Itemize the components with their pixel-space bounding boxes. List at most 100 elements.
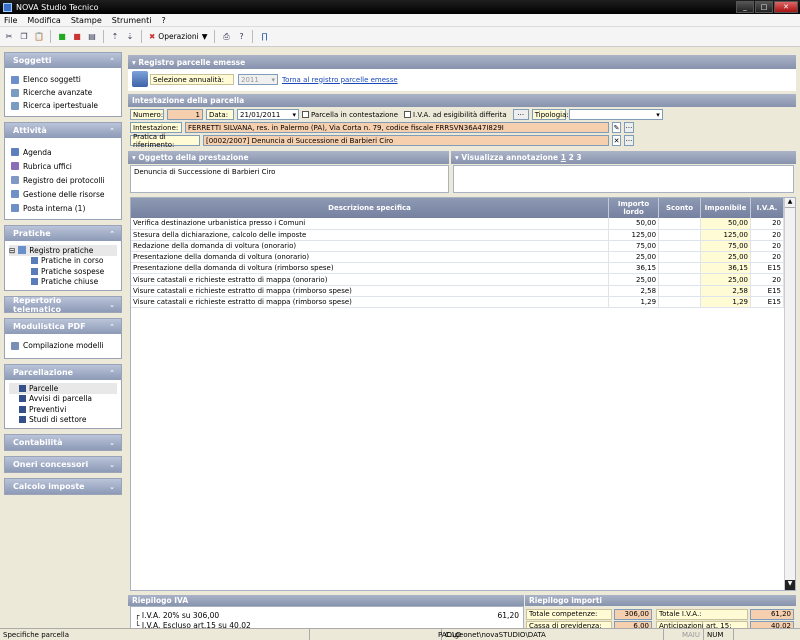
printer-icon[interactable]: ⎙ <box>220 31 232 43</box>
cell-imponibile[interactable]: 25,00 <box>700 251 751 264</box>
group-header-pratiche[interactable]: Pratiche ⌃ <box>5 226 121 241</box>
oggetto-textarea[interactable]: Denuncia di Successione di Barbieri Ciro <box>130 165 449 193</box>
menu-modifica[interactable]: Modifica <box>27 16 60 25</box>
cell-importo-lordo[interactable]: 25,00 <box>608 273 660 286</box>
table-row[interactable]: Stesura della dichiarazione, calcolo del… <box>131 229 784 241</box>
cell-sconto[interactable] <box>658 273 702 286</box>
group-header-oneri[interactable]: Oneri concessori ⌄ <box>5 457 121 472</box>
ellipsis-button[interactable]: ··· <box>624 135 634 146</box>
annotazione-page-3[interactable]: 3 <box>576 153 581 162</box>
menu-help[interactable]: ? <box>161 16 165 25</box>
edit-icon[interactable]: ✎ <box>612 122 621 133</box>
cell-iva[interactable]: 20 <box>750 273 784 286</box>
data-field[interactable]: 21/01/2011 ▾ <box>237 109 299 120</box>
cell-sconto[interactable] <box>658 262 702 275</box>
tree-item-preventivi[interactable]: Preventivi <box>9 404 117 415</box>
col-sconto[interactable]: Sconto <box>658 198 702 218</box>
cell-imponibile[interactable]: 36,15 <box>700 262 751 275</box>
clear-icon[interactable]: ✕ <box>612 135 621 146</box>
sidebar-item-agenda[interactable]: Agenda <box>11 145 117 159</box>
table-row[interactable]: Redazione della domanda di voltura (onor… <box>131 240 784 253</box>
intestazione-field[interactable]: FERRETTI SILVANA, res. in Palermo (PA), … <box>185 122 609 133</box>
annotazione-page-2[interactable]: 2 <box>569 153 574 162</box>
tipologia-select[interactable]: ▾ <box>568 109 663 120</box>
ellipsis-button[interactable]: ··· <box>512 109 529 120</box>
cell-descrizione[interactable]: Presentazione della domanda di voltura (… <box>131 251 610 264</box>
group-header-modulistica[interactable]: Modulistica PDF ⌃ <box>5 319 121 334</box>
menu-file[interactable]: File <box>4 16 17 25</box>
cell-iva[interactable]: 20 <box>750 229 784 241</box>
table-row[interactable]: Verifica destinazione urbanistica presso… <box>131 218 784 230</box>
col-importo-lordo[interactable]: Importo lordo <box>608 198 660 218</box>
cell-sconto[interactable] <box>658 240 702 253</box>
cell-iva[interactable]: 20 <box>750 240 784 253</box>
menu-strumenti[interactable]: Strumenti <box>112 16 152 25</box>
col-descrizione[interactable]: Descrizione specifica <box>131 198 610 218</box>
tree-item-avvisi-parcella[interactable]: Avvisi di parcella <box>9 394 117 405</box>
scroll-up-icon[interactable]: ▲ <box>785 198 795 208</box>
tree-item-studi-settore[interactable]: Studi di settore <box>9 415 117 426</box>
tool-paste-icon[interactable]: 📋 <box>33 31 45 43</box>
cell-imponibile[interactable]: 2,58 <box>700 285 751 297</box>
cell-importo-lordo[interactable]: 125,00 <box>608 229 660 241</box>
cell-descrizione[interactable]: Presentazione della domanda di voltura (… <box>131 262 610 275</box>
group-header-calcolo-imposte[interactable]: Calcolo imposte ⌄ <box>5 479 121 494</box>
ellipsis-button[interactable]: ··· <box>624 122 634 133</box>
annotazione-textarea[interactable] <box>453 165 794 193</box>
group-header-attivita[interactable]: Attività ⌃ <box>5 123 121 138</box>
minimize-button[interactable]: _ <box>736 1 754 13</box>
contestazione-checkbox[interactable]: Parcella in contestazione <box>302 111 398 119</box>
cell-imponibile[interactable]: 75,00 <box>700 240 751 253</box>
cell-importo-lordo[interactable]: 2,58 <box>608 285 660 297</box>
annotazione-page-1[interactable]: 1 <box>561 153 566 162</box>
move-up-icon[interactable]: ⇡ <box>109 31 121 43</box>
cell-iva[interactable]: 20 <box>750 251 784 264</box>
table-row[interactable]: Presentazione della domanda di voltura (… <box>131 251 784 264</box>
anno-select[interactable]: 2011 ▾ <box>238 74 278 85</box>
cell-importo-lordo[interactable]: 1,29 <box>608 296 660 309</box>
cell-iva[interactable]: E15 <box>750 262 784 275</box>
move-down-icon[interactable]: ⇣ <box>124 31 136 43</box>
tree-item-parcelle[interactable]: Parcelle <box>9 383 117 394</box>
tool-cut-icon[interactable]: ✂ <box>3 31 15 43</box>
sidebar-item-elenco-soggetti[interactable]: Elenco soggetti <box>11 73 117 86</box>
cell-descrizione[interactable]: Visure catastali e richieste estratto di… <box>131 296 610 309</box>
menu-stampe[interactable]: Stampe <box>71 16 102 25</box>
table-row[interactable]: Visure catastali e richieste estratto di… <box>131 296 784 309</box>
cell-iva[interactable]: E15 <box>750 296 784 309</box>
group-header-contabilita[interactable]: Contabilità ⌄ <box>5 435 121 450</box>
sidebar-item-posta-interna[interactable]: Posta interna (1) <box>11 201 117 215</box>
cell-importo-lordo[interactable]: 50,00 <box>608 218 660 230</box>
group-header-repertorio[interactable]: Repertorio telematico ⌄ <box>5 296 121 314</box>
cell-sconto[interactable] <box>658 251 702 264</box>
cell-descrizione[interactable]: Visure catastali e richieste estratto di… <box>131 285 610 297</box>
cell-descrizione[interactable]: Visure catastali e richieste estratto di… <box>131 273 610 286</box>
table-row[interactable]: Presentazione della domanda di voltura (… <box>131 262 784 275</box>
table-row[interactable]: Visure catastali e richieste estratto di… <box>131 273 784 286</box>
sidebar-item-rubrica-uffici[interactable]: Rubrica uffici <box>11 159 117 173</box>
tree-item-pratiche-in-corso[interactable]: Pratiche in corso <box>9 256 117 267</box>
cell-descrizione[interactable]: Verifica destinazione urbanistica presso… <box>131 218 610 230</box>
tool-copy-icon[interactable]: ❐ <box>18 31 30 43</box>
cell-importo-lordo[interactable]: 36,15 <box>608 262 660 275</box>
sidebar-item-ricerche-avanzate[interactable]: Ricerche avanzate <box>11 86 117 99</box>
table-row[interactable]: Visure catastali e richieste estratto di… <box>131 285 784 297</box>
pratica-field[interactable]: [0002/2007] Denuncia di Successione di B… <box>203 135 609 146</box>
exit-icon[interactable]: ∏ <box>258 31 270 43</box>
tool-preview-icon[interactable]: ▤ <box>86 31 98 43</box>
sidebar-item-ricerca-ipertestuale[interactable]: Ricerca ipertestuale <box>11 99 117 112</box>
cell-imponibile[interactable]: 25,00 <box>700 273 751 286</box>
scroll-down-icon[interactable]: ▼ <box>785 580 795 590</box>
tree-item-registro-pratiche[interactable]: ⊟ Registro pratiche <box>9 245 117 256</box>
cell-imponibile[interactable]: 50,00 <box>700 218 751 230</box>
cell-descrizione[interactable]: Redazione della domanda di voltura (onor… <box>131 240 610 253</box>
cell-descrizione[interactable]: Stesura della dichiarazione, calcolo del… <box>131 229 610 241</box>
cell-iva[interactable]: E15 <box>750 285 784 297</box>
group-header-soggetti[interactable]: Soggetti ⌃ <box>5 53 121 68</box>
importo-value[interactable]: 306,00 <box>614 608 652 620</box>
cell-sconto[interactable] <box>658 218 702 230</box>
cell-importo-lordo[interactable]: 25,00 <box>608 251 660 264</box>
sidebar-item-registro-protocolli[interactable]: Registro dei protocolli <box>11 173 117 187</box>
importo-value[interactable]: 61,20 <box>750 608 794 620</box>
col-iva[interactable]: I.V.A. <box>750 198 784 218</box>
